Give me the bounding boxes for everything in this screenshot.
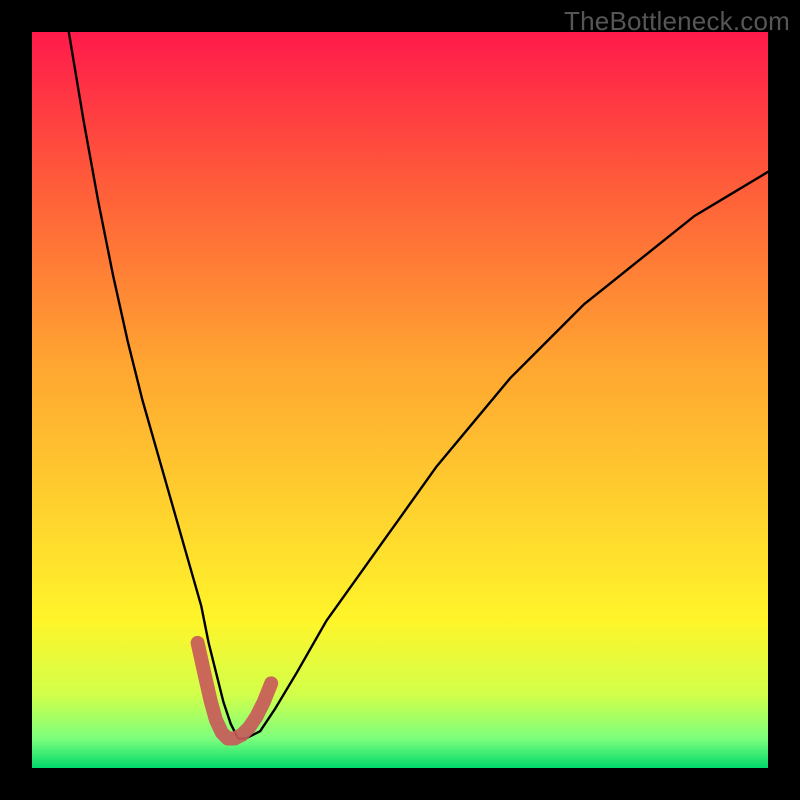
chart-area: [32, 32, 768, 768]
chart-svg: [32, 32, 768, 768]
